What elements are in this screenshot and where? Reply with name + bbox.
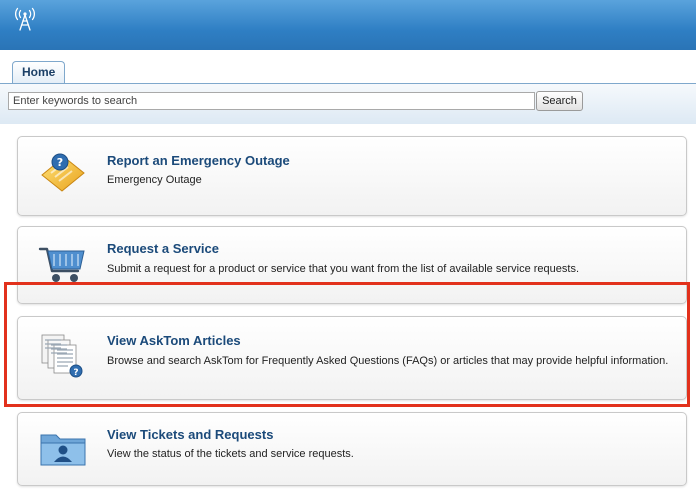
shopping-cart-icon [38, 247, 85, 282]
card-request-service[interactable]: Request a Service Submit a request for a… [17, 226, 687, 304]
card-view-tickets-requests[interactable]: View Tickets and Requests View the statu… [17, 412, 687, 486]
card-title[interactable]: Request a Service [107, 241, 219, 256]
top-banner [0, 0, 696, 50]
card-description: Submit a request for a product or servic… [107, 263, 580, 275]
card-title[interactable]: Report an Emergency Outage [107, 153, 290, 168]
search-bar: Search [0, 84, 696, 124]
search-button[interactable]: Search [536, 91, 583, 111]
card-description: View the status of the tickets and servi… [107, 448, 354, 460]
emergency-ticket-icon: ? [41, 153, 85, 192]
card-title[interactable]: View AskTom Articles [107, 333, 241, 348]
articles-icon: ? [41, 334, 83, 378]
card-description: Browse and search AskTom for Frequently … [107, 355, 669, 367]
tab-strip: Home [0, 50, 696, 84]
card-description: Emergency Outage [107, 174, 202, 186]
card-title[interactable]: View Tickets and Requests [107, 427, 273, 442]
card-view-asktom-articles[interactable]: ? View AskTom Articles Browse and search… [17, 316, 687, 400]
svg-text:?: ? [57, 156, 63, 169]
tab-home[interactable]: Home [12, 61, 66, 83]
card-report-emergency-outage[interactable]: ? Report an Emergency Outage Emergency O… [17, 136, 687, 216]
folder-user-icon [40, 434, 86, 466]
radio-tower-icon [15, 7, 35, 31]
main-content: ? Report an Emergency Outage Emergency O… [0, 124, 696, 489]
svg-text:?: ? [73, 368, 78, 378]
search-input[interactable] [8, 92, 535, 110]
